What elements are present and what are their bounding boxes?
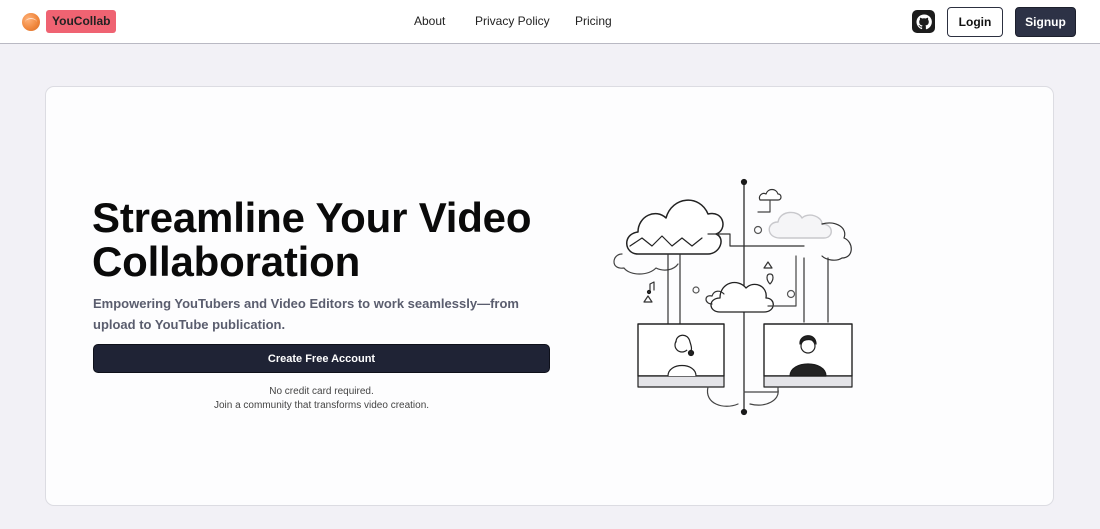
nav-link-pricing[interactable]: Pricing [575, 14, 612, 28]
community-note: Join a community that transforms video c… [213, 400, 430, 411]
globe-logo-icon [22, 12, 40, 31]
top-navbar: YouCollab About Privacy Policy Pricing L… [0, 0, 1100, 44]
brand-name: YouCollab [46, 10, 117, 33]
cloud-icon [768, 211, 852, 261]
brand-home-link[interactable]: YouCollab [22, 10, 117, 33]
cloud-icon [705, 281, 774, 313]
no-credit-card-note: No credit card required. [269, 386, 374, 397]
login-button[interactable]: Login [947, 7, 1003, 37]
nav-link-privacy-policy[interactable]: Privacy Policy [475, 14, 550, 28]
signup-button[interactable]: Signup [1015, 7, 1076, 37]
collaboration-illustration [613, 178, 853, 416]
nav-link-about[interactable]: About [414, 14, 445, 28]
github-icon[interactable] [912, 10, 935, 33]
hero-title: Streamline Your Video Collaboration [92, 194, 532, 285]
create-free-account-button[interactable]: Create Free Account [93, 344, 550, 373]
monitor-woman-icon [637, 323, 725, 388]
monitor-man-icon [763, 323, 853, 388]
hero-subtitle: Empowering YouTubers and Video Editors t… [93, 296, 519, 332]
